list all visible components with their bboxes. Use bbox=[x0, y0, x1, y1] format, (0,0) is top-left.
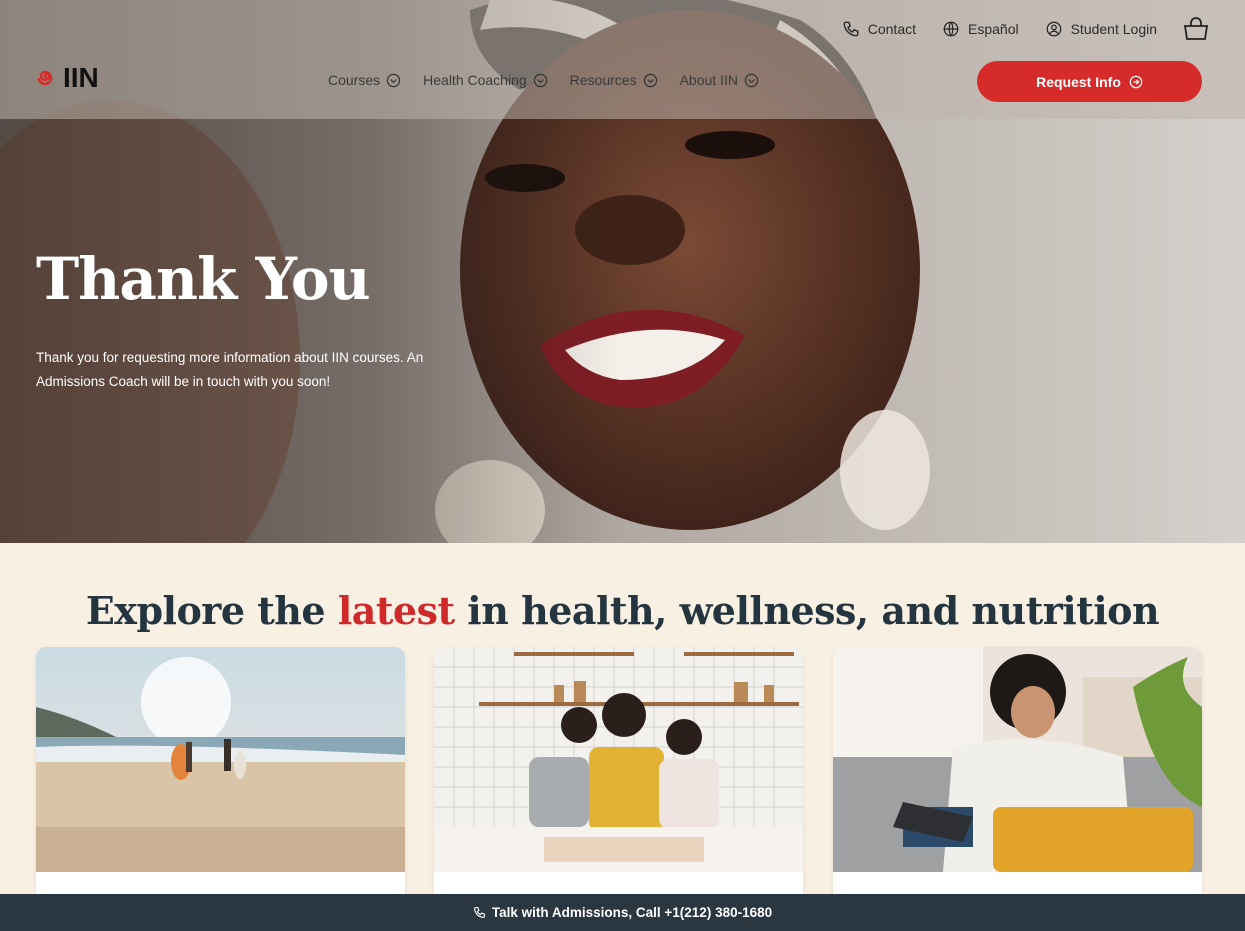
article-card[interactable] bbox=[36, 647, 405, 907]
language-label: Español bbox=[968, 21, 1019, 37]
phone-icon bbox=[473, 907, 485, 918]
chevron-down-icon bbox=[533, 73, 547, 87]
logo-text: IIN bbox=[63, 62, 99, 93]
nav-label: Courses bbox=[328, 72, 381, 88]
student-login-label: Student Login bbox=[1070, 21, 1157, 37]
hero-section: Contact Español Student Login IIN Course… bbox=[0, 0, 1245, 543]
student-login-link[interactable]: Student Login bbox=[1045, 20, 1157, 38]
explore-heading-before: Explore the bbox=[85, 588, 338, 633]
phone-icon bbox=[843, 21, 859, 37]
nav-item-about-iin[interactable]: About IIN bbox=[680, 72, 759, 88]
request-info-label: Request Info bbox=[1036, 73, 1121, 90]
article-card[interactable] bbox=[833, 647, 1202, 907]
nav-label: Health Coaching bbox=[423, 72, 527, 88]
nav-item-resources[interactable]: Resources bbox=[570, 72, 658, 88]
explore-heading-after: in health, wellness, and nutrition bbox=[454, 588, 1160, 633]
nav-item-health-coaching[interactable]: Health Coaching bbox=[423, 72, 548, 88]
globe-icon bbox=[943, 21, 959, 37]
admissions-call-label: Talk with Admissions, Call +1(212) 380-1… bbox=[491, 905, 773, 920]
request-info-button[interactable]: Request Info bbox=[977, 61, 1202, 102]
chevron-down-icon bbox=[386, 73, 401, 87]
iin-logo[interactable]: IIN bbox=[35, 62, 99, 94]
bag-icon[interactable] bbox=[1183, 17, 1209, 41]
user-circle-icon bbox=[1046, 21, 1061, 37]
spiral-icon bbox=[37, 70, 53, 86]
hero-title: Thank You bbox=[36, 245, 371, 313]
explore-heading: Explore the latest in health, wellness, … bbox=[0, 588, 1245, 633]
hero-text: Thank you for requesting more informatio… bbox=[36, 350, 424, 389]
woman-tablet-image bbox=[833, 647, 1202, 872]
article-card[interactable] bbox=[434, 647, 803, 907]
site-header: Contact Español Student Login IIN Course… bbox=[0, 0, 1245, 119]
nav-label: About IIN bbox=[679, 72, 738, 88]
arrow-right-circle-icon bbox=[1129, 75, 1143, 88]
beach-surfers-image bbox=[36, 647, 405, 872]
chevron-down-icon bbox=[643, 73, 657, 87]
explore-heading-accent: latest bbox=[337, 588, 455, 633]
admissions-call-bar[interactable]: Talk with Admissions, Call +1(212) 380-1… bbox=[0, 894, 1245, 931]
utility-nav: Contact Español Student Login bbox=[842, 17, 1209, 41]
chevron-down-icon bbox=[744, 73, 759, 87]
contact-label: Contact bbox=[867, 21, 916, 37]
nav-label: Resources bbox=[569, 72, 637, 88]
language-link[interactable]: Español bbox=[942, 20, 1019, 38]
main-nav: Courses Health Coaching Resources About … bbox=[328, 72, 759, 88]
nav-item-courses[interactable]: Courses bbox=[328, 72, 401, 88]
contact-link[interactable]: Contact bbox=[842, 20, 916, 38]
family-cooking-image bbox=[434, 647, 803, 872]
